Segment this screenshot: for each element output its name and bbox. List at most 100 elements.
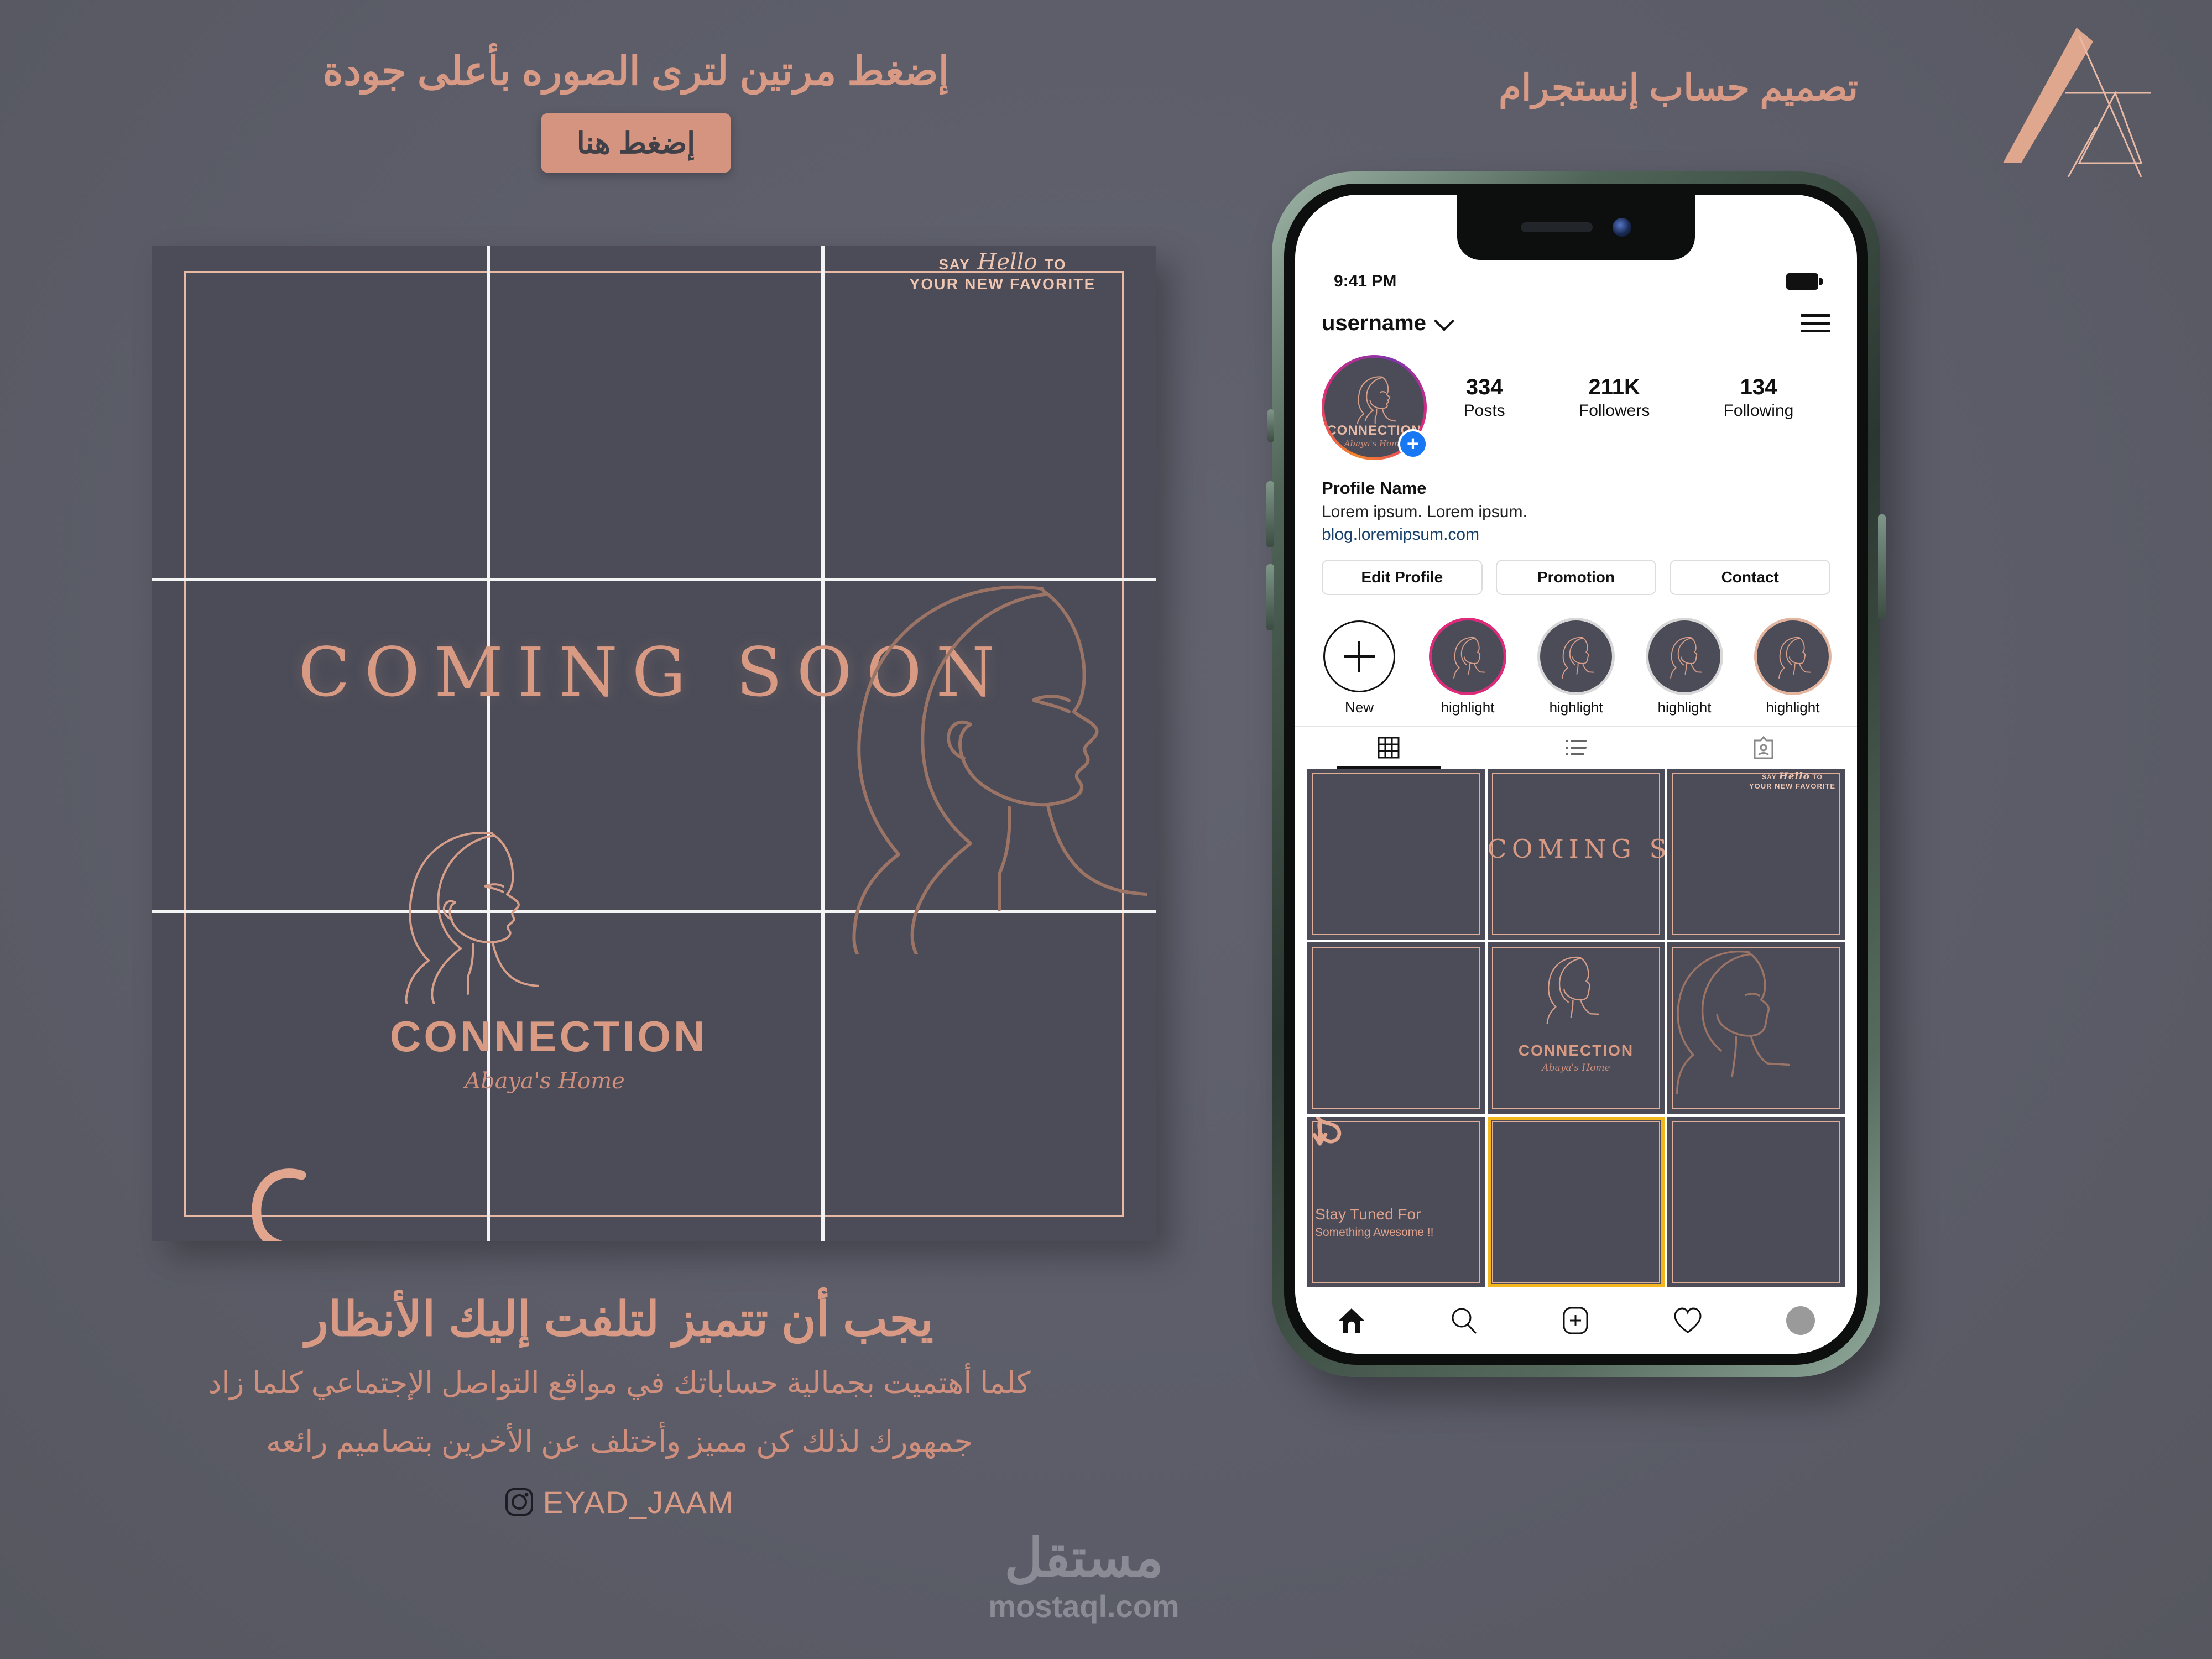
list-icon [1566,740,1587,755]
grid-cell[interactable]: SAY Hello TO YOUR NEW FAVORITE [1667,769,1845,940]
say-hello-prefix: SAY [938,256,971,273]
home-icon [1338,1308,1365,1333]
nav-profile[interactable] [1786,1306,1815,1335]
instagram-icon [505,1488,533,1516]
username-label: username [1322,310,1426,335]
status-bar: 9:41 PM [1295,262,1857,301]
heart-icon [1674,1307,1702,1333]
edit-profile-button[interactable]: Edit Profile [1322,560,1483,595]
grid-cell[interactable] [1307,942,1485,1114]
bottom-body-line1: كلما أهتميت بجمالية حساباتك في مواقع الت… [208,1366,1031,1400]
stat-following-value: 134 [1740,375,1777,399]
grid-stay-line2: Something Awesome !! [1315,1225,1434,1239]
phone-power-button[interactable] [1878,514,1886,619]
say-hello-line2: YOUR NEW FAVORITE [909,275,1096,293]
bottom-body-line2: جمهورك لذلك كن مميز وأختلف عن الأخرين بت… [266,1425,973,1458]
highlight-label-2: highlight [1549,699,1603,716]
grid-coming-soon-text: COMING SOON [1487,833,1665,864]
grid-icon [1378,737,1400,759]
promo-title: إضغط مرتين لترى الصوره بأعلى جودة [322,49,950,93]
promo-click-here-button[interactable]: إضغط هنا [541,113,731,173]
profile-bio: Profile Name Lorem ipsum. Lorem ipsum. b… [1322,477,1527,546]
grid-stay-line1: Stay Tuned For [1315,1205,1421,1223]
stat-posts-value: 334 [1465,375,1503,399]
tab-list[interactable] [1483,727,1670,769]
highlight-face-line-art-icon [1453,637,1485,679]
highlight-face-line-art-icon [1778,637,1811,679]
stat-followers[interactable]: 211K Followers [1579,375,1650,420]
grid-logo-name: CONNECTION [1518,1041,1634,1059]
chevron-down-icon [1434,311,1454,331]
phone-volume-up-button[interactable] [1266,481,1274,547]
avatar[interactable]: CONNECTION Abaya's Home + [1322,355,1428,460]
phone-notch [1457,195,1695,260]
highlight-thumb [1540,620,1612,692]
grid-cell-selected[interactable] [1487,1116,1665,1287]
stat-following[interactable]: 134 Following [1724,375,1794,420]
avatar-face-line-art-icon [1357,376,1396,424]
phone-mockup: 9:41 PM username CONNECTION Abaya's Home… [1266,171,1886,1377]
bio-name: Profile Name [1322,478,1427,498]
highlight-thumb [1757,620,1829,692]
grid-cell[interactable]: Stay Tuned For Something Awesome !! [1307,1116,1485,1287]
grid-cell[interactable]: CONNECTION Abaya's Home [1487,942,1665,1114]
grid-cell[interactable]: COMING SOON [1487,769,1665,940]
highlight-new[interactable]: New [1315,620,1404,716]
instagram-post-preview[interactable]: SAY Hello TO YOUR NEW FAVORITE COMING SO… [152,246,1156,1241]
brand-monogram-icon [1991,11,2179,177]
watermark-arabic: مستقل [1004,1528,1164,1588]
poster-logo-block: CONNECTION Abaya's Home [390,821,708,1094]
highlight-item-3[interactable]: highlight [1640,620,1729,716]
tab-grid[interactable] [1295,727,1483,769]
grid-logo-tagline: Abaya's Home [1542,1062,1610,1073]
highlight-item-2[interactable]: highlight [1532,620,1620,716]
nav-add-post[interactable] [1562,1306,1589,1335]
stat-posts[interactable]: 334 Posts [1464,375,1505,420]
hamburger-menu-icon[interactable] [1801,314,1830,332]
highlight-item-4[interactable]: highlight [1749,620,1837,716]
large-face-line-art-icon [852,585,1147,954]
contact-button[interactable]: Contact [1670,560,1831,595]
grid-logo-face-icon [1546,956,1599,1024]
phone-mute-switch[interactable] [1267,409,1274,442]
highlight-thumb [1432,620,1504,692]
highlight-label-3: highlight [1657,699,1712,716]
grid-say-prefix: SAY [1762,773,1777,781]
highlight-item-1[interactable]: highlight [1423,620,1512,716]
tagged-icon [1754,735,1773,759]
search-icon [1452,1308,1477,1334]
handle-name: EYAD_JAAM [542,1484,735,1520]
promotion-button[interactable]: Promotion [1495,560,1657,595]
grid-say-hello: SAY Hello TO YOUR NEW FAVORITE [1745,771,1839,790]
stat-followers-value: 211K [1588,375,1640,399]
stat-posts-label: Posts [1463,401,1505,420]
nav-search[interactable] [1449,1306,1478,1335]
highlight-label-4: highlight [1766,699,1820,716]
profile-avatar-icon [1786,1306,1815,1335]
poster-logo-tagline: Abaya's Home [465,1068,625,1094]
phone-volume-down-button[interactable] [1266,564,1274,630]
say-hello-script: Hello [977,249,1037,275]
profile-action-buttons: Edit Profile Promotion Contact [1322,560,1831,595]
grid-say-script: Hello [1778,771,1810,782]
poster-logo-name: CONNECTION [390,1012,708,1061]
highlight-label-1: highlight [1441,699,1495,716]
nav-home[interactable] [1337,1307,1366,1334]
profile-stats: 334 Posts 211K Followers 134 Following [1427,355,1830,420]
bottom-navigation [1295,1287,1857,1354]
grid-cell[interactable] [1667,942,1845,1114]
status-time: 9:41 PM [1334,272,1397,290]
grid-cell[interactable] [1667,1116,1845,1287]
highlight-face-line-art-icon [1562,637,1594,679]
nav-activity[interactable] [1673,1307,1703,1334]
stat-following-label: Following [1723,401,1794,420]
plus-icon [1323,620,1395,692]
grid-cell[interactable] [1307,769,1485,940]
plus-circle-icon[interactable]: + [1398,429,1428,459]
tab-tagged[interactable] [1670,727,1857,769]
mostaql-watermark: مستقل mostaql.com [940,1532,1228,1624]
bio-link[interactable]: blog.loremipsum.com [1322,523,1527,546]
designer-handle[interactable]: EYAD_JAAM [94,1484,1145,1520]
username-dropdown[interactable]: username [1322,310,1454,336]
grid-large-face-icon [1676,951,1790,1094]
